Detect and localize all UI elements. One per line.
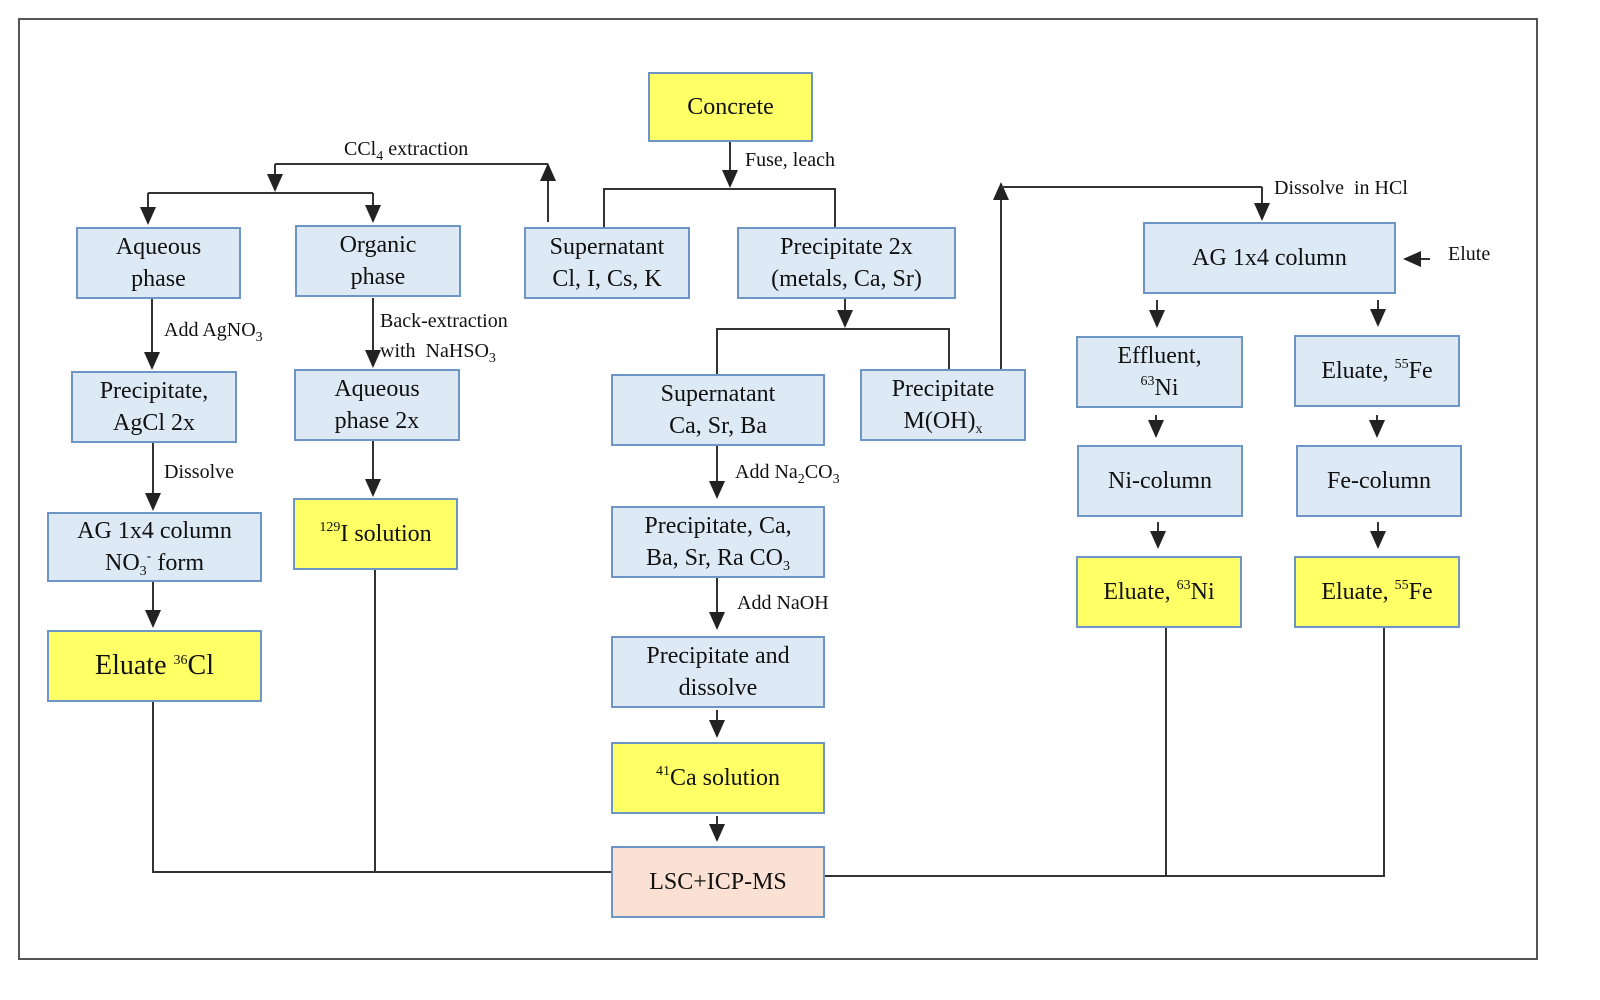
label-text: CO <box>804 461 833 483</box>
node-text: (metals, Ca, Sr) <box>771 266 922 292</box>
node-ag-column-left: AG 1x4 column NO3- form <box>47 512 262 582</box>
node-text: AgCl 2x <box>112 410 195 436</box>
label-dissolve-hcl: Dissolve in HCl <box>1274 177 1408 199</box>
node-fe-column: Fe-column <box>1296 445 1462 517</box>
node-text: Ni <box>1154 375 1179 401</box>
subscript: 3 <box>783 559 791 574</box>
node-text: Eluate <box>95 650 174 681</box>
node-precipitate-ca: Precipitate, Ca, Ba, Sr, Ra CO3 <box>611 506 825 578</box>
node-text: LSC+ICP-MS <box>649 869 787 895</box>
node-text: Ni-column <box>1108 468 1212 494</box>
node-text: Cl <box>187 650 214 681</box>
node-text: Eluate, <box>1321 358 1395 384</box>
node-precipitate-2x: Precipitate 2x (metals, Ca, Sr) <box>737 227 956 299</box>
subscript: 3 <box>139 564 147 579</box>
node-ni-column: Ni-column <box>1077 445 1243 517</box>
node-text: Precipitate, <box>99 378 209 404</box>
label-text: with NaHSO <box>380 340 489 362</box>
subscript: 3 <box>255 330 263 345</box>
superscript: 36 <box>173 653 188 668</box>
subscript: x <box>975 422 983 437</box>
node-eluate-ni-final: Eluate, 63Ni <box>1076 556 1242 628</box>
label-add-na2co3: Add Na2CO3 <box>735 458 840 487</box>
node-calcium-solution: 41Ca solution <box>611 742 825 814</box>
line-cl-to-lsc <box>152 702 611 873</box>
node-text: Precipitate 2x <box>780 234 913 260</box>
line-fe-to-lsc <box>825 628 1385 877</box>
node-text: M(OH) <box>903 408 976 434</box>
node-lsc-icpms: LSC+ICP-MS <box>611 846 825 918</box>
node-effluent-ni: Effluent, 63Ni <box>1076 336 1243 408</box>
node-text: phase <box>131 266 186 292</box>
node-text: Precipitate <box>891 376 995 402</box>
node-text: dissolve <box>678 675 758 701</box>
node-text: Precipitate, Ca, <box>644 513 792 539</box>
node-text: Cl, I, Cs, K <box>552 266 662 292</box>
node-text: Organic <box>339 232 417 258</box>
node-eluate-cl: Eluate 36Cl <box>47 630 262 702</box>
node-text: Ca, Sr, Ba <box>669 413 767 439</box>
node-text: Precipitate and <box>646 643 790 669</box>
node-text: Aqueous <box>334 376 420 402</box>
superscript: 63 <box>1140 374 1155 389</box>
node-supernatant-ca: Supernatant Ca, Sr, Ba <box>611 374 825 446</box>
node-text: AG 1x4 column <box>1192 245 1347 271</box>
node-text: Ni <box>1190 579 1215 605</box>
node-text: Aqueous <box>115 234 202 260</box>
node-supernatant-1: Supernatant Cl, I, Cs, K <box>524 227 690 299</box>
node-text: Effluent, <box>1117 343 1202 369</box>
node-text: Eluate, <box>1103 579 1177 605</box>
node-text: I solution <box>340 521 432 547</box>
node-precipitate-agcl: Precipitate, AgCl 2x <box>71 371 237 443</box>
node-precipitate-moh: Precipitate M(OH)x <box>860 369 1026 441</box>
node-text: Fe-column <box>1327 468 1431 494</box>
label-text: Back-extraction <box>380 310 508 332</box>
node-text: phase 2x <box>334 408 420 434</box>
node-eluate-fe-final: Eluate, 55Fe <box>1294 556 1460 628</box>
label-text: Add Na <box>735 461 798 483</box>
node-concrete: Concrete <box>648 72 813 142</box>
label-text: Add AgNO <box>164 319 256 341</box>
subscript: 3 <box>832 472 840 487</box>
node-precipitate-dissolve: Precipitate and dissolve <box>611 636 825 708</box>
node-text: Eluate, <box>1321 579 1395 605</box>
label-text: CCl <box>344 138 377 160</box>
superscript: 41 <box>655 764 670 779</box>
superscript: 55 <box>1394 357 1409 372</box>
subscript: 2 <box>797 472 805 487</box>
label-elute: Elute <box>1448 243 1491 265</box>
node-text: form <box>151 550 204 576</box>
superscript: 63 <box>1176 578 1191 593</box>
node-text: Supernatant <box>549 234 665 260</box>
superscript: 55 <box>1394 578 1409 593</box>
label-text: extraction <box>383 138 469 160</box>
diagram-canvas: Concrete Aqueous phase Organic phase Super… <box>0 0 1600 1000</box>
node-text: NO <box>105 550 140 576</box>
split-precipitate <box>716 328 950 374</box>
node-eluate-fe: Eluate, 55Fe <box>1294 335 1460 407</box>
node-text: Ca solution <box>669 765 780 791</box>
label-add-agno3: Add AgNO3 <box>164 316 263 345</box>
label-fuse-leach: Fuse, leach <box>745 149 835 171</box>
node-text: AG 1x4 column <box>77 518 232 544</box>
label-add-naoh: Add NaOH <box>737 592 829 614</box>
node-aqueous-phase-2x: Aqueous phase 2x <box>294 369 460 441</box>
node-aqueous-phase: Aqueous phase <box>76 227 241 299</box>
label-dissolve: Dissolve <box>164 461 234 483</box>
subscript: 3 <box>488 351 496 366</box>
node-text: Ba, Sr, Ra CO <box>645 545 784 571</box>
node-iodine-solution: 129I solution <box>293 498 458 570</box>
split-concrete <box>603 188 836 227</box>
node-ag-column-right: AG 1x4 column <box>1143 222 1396 294</box>
node-text: Concrete <box>687 94 774 120</box>
node-organic-phase: Organic phase <box>295 225 461 297</box>
label-back-extraction: Back-extraction with NaHSO3 <box>380 306 508 366</box>
superscript: 129 <box>319 520 341 535</box>
node-text: Supernatant <box>660 381 776 407</box>
node-text: Fe <box>1408 579 1433 605</box>
node-text: phase <box>350 264 406 290</box>
label-ccl4-extraction: CCl4 extraction <box>344 135 469 164</box>
node-text: Fe <box>1408 358 1433 384</box>
